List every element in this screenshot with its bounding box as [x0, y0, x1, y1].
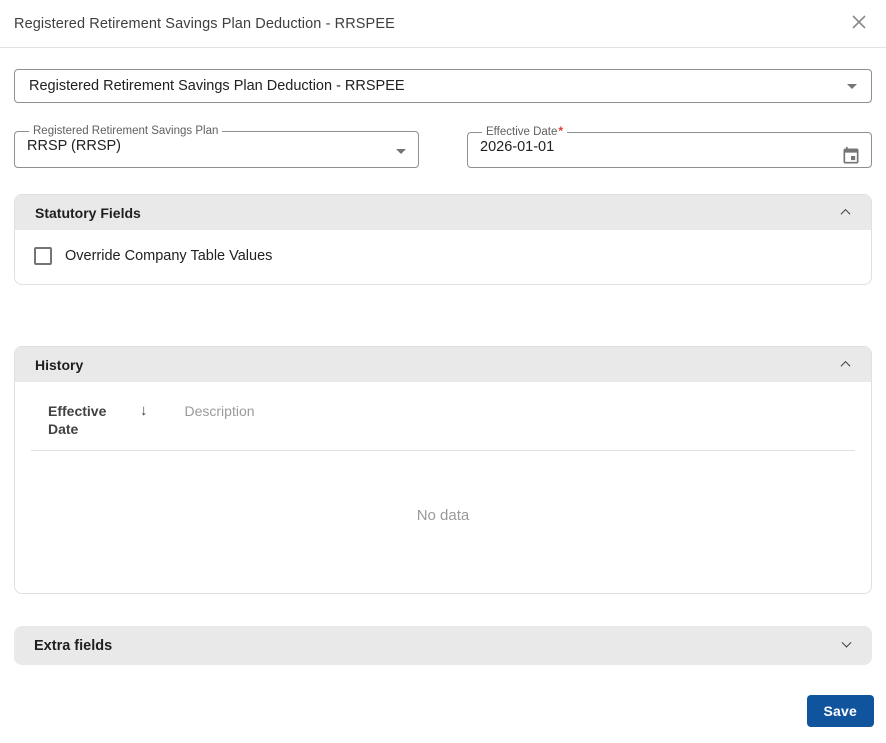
close-button[interactable] [842, 7, 876, 41]
statutory-fields-title: Statutory Fields [35, 204, 141, 221]
chevron-down-icon [847, 83, 857, 89]
save-button[interactable]: Save [806, 695, 874, 727]
override-company-table-checkbox-row[interactable]: Override Company Table Values [34, 247, 851, 265]
column-header-description[interactable]: Description [185, 402, 255, 420]
history-header[interactable]: History [15, 347, 871, 382]
effective-date-field[interactable]: Effective Date* 2026-01-01 [467, 124, 872, 169]
calendar-picker-button[interactable] [841, 146, 861, 169]
chevron-up-icon [840, 208, 851, 219]
history-table-header: Effective Date ↓ Description [15, 382, 871, 450]
plan-select-label: Registered Retirement Savings Plan [33, 125, 219, 137]
extra-fields-section-header[interactable]: Extra fields [14, 626, 872, 665]
history-section: History Effective Date ↓ Description No … [14, 346, 872, 594]
column-header-effective-date[interactable]: Effective Date [48, 402, 110, 438]
plan-select-value: RRSP (RRSP) [27, 138, 121, 154]
history-empty-state: No data [15, 451, 871, 579]
chevron-down-icon [841, 637, 852, 648]
chevron-up-icon [840, 360, 851, 371]
effective-date-value: 2026-01-01 [480, 139, 555, 155]
statutory-fields-header[interactable]: Statutory Fields [15, 195, 871, 230]
calendar-icon [841, 146, 861, 169]
override-company-table-checkbox[interactable] [34, 247, 52, 265]
override-company-table-label: Override Company Table Values [65, 248, 273, 264]
rrsp-deduction-dialog: Registered Retirement Savings Plan Deduc… [0, 0, 886, 743]
effective-date-label: Effective Date* [486, 124, 564, 138]
dialog-content: Registered Retirement Savings Plan Deduc… [0, 69, 886, 665]
dialog-title: Registered Retirement Savings Plan Deduc… [14, 15, 395, 32]
statutory-fields-body: Override Company Table Values [15, 230, 871, 284]
close-icon [849, 12, 869, 35]
statutory-fields-section: Statutory Fields Override Company Table … [14, 194, 872, 285]
dialog-header: Registered Retirement Savings Plan Deduc… [0, 0, 886, 48]
no-data-text: No data [416, 506, 470, 524]
sort-descending-icon[interactable]: ↓ [140, 402, 148, 420]
history-body: Effective Date ↓ Description No data [15, 382, 871, 593]
extra-fields-title: Extra fields [34, 637, 113, 654]
element-select-value: Registered Retirement Savings Plan Deduc… [29, 78, 405, 94]
plan-select[interactable]: Registered Retirement Savings Plan RRSP … [14, 125, 419, 168]
chevron-down-icon [396, 149, 406, 154]
history-title: History [35, 356, 84, 373]
element-select[interactable]: Registered Retirement Savings Plan Deduc… [14, 69, 872, 103]
field-row: Registered Retirement Savings Plan RRSP … [14, 124, 872, 169]
required-asterisk: * [558, 124, 564, 138]
